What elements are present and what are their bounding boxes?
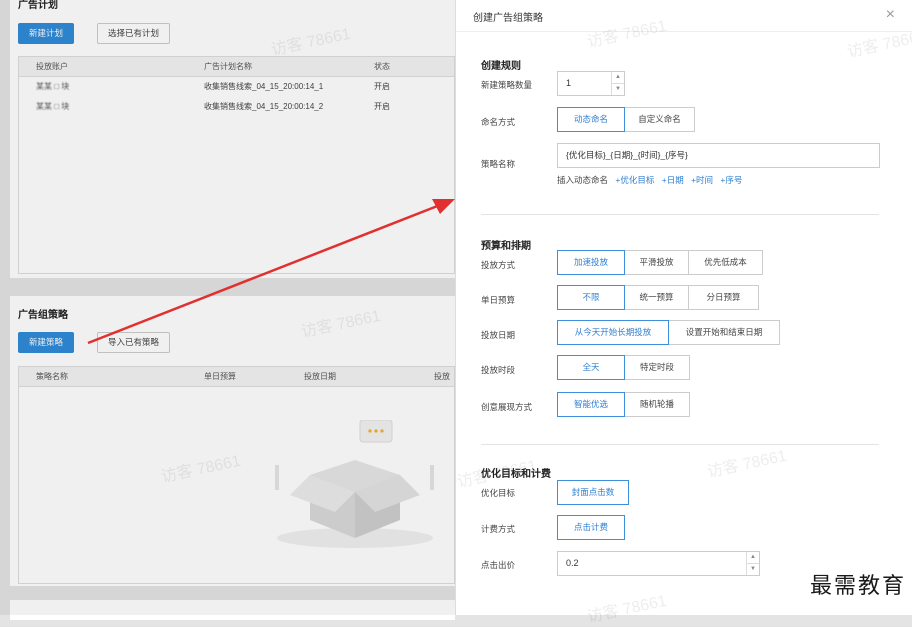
daily-per-day-option[interactable]: 分日预算: [688, 285, 759, 310]
date-long-term-option[interactable]: 从今天开始长期投放: [557, 320, 669, 345]
stepper-buttons[interactable]: ▲ ▼: [611, 72, 624, 95]
insert-sequence-link[interactable]: +序号: [720, 175, 742, 185]
stepper-buttons[interactable]: ▲ ▼: [746, 552, 759, 575]
delivery-date-label: 投放日期: [481, 330, 516, 340]
naming-dynamic-option[interactable]: 动态命名: [557, 107, 625, 132]
creative-random-option[interactable]: 随机轮播: [624, 392, 690, 417]
billing-click-option[interactable]: 点击计费: [557, 515, 625, 540]
count-label: 新建策略数量: [481, 80, 533, 90]
insert-time-link[interactable]: +时间: [691, 175, 713, 185]
delivery-time-label: 投放时段: [481, 365, 516, 375]
date-range-option[interactable]: 设置开始和结束日期: [668, 320, 780, 345]
section-budget-title: 预算和排期: [481, 241, 531, 252]
insert-date-link[interactable]: +日期: [662, 175, 684, 185]
daily-unified-option[interactable]: 统一预算: [624, 285, 689, 310]
strategy-count-value: 1: [566, 78, 572, 88]
section-target-title: 优化目标和计费: [481, 469, 551, 480]
strategy-name-label: 策略名称: [481, 159, 516, 169]
chevron-down-icon[interactable]: ▼: [747, 563, 759, 574]
click-bid-value: 0.2: [566, 558, 579, 568]
insert-label: 插入动态命名: [557, 175, 609, 185]
create-strategy-dialog: 创建广告组策略 × 创建规则 新建策略数量 1 ▲ ▼ 命名方式 动态命名 自定…: [455, 0, 912, 626]
chevron-up-icon[interactable]: ▲: [747, 552, 759, 563]
background-page: 广告计划 新建计划 选择已有计划 投放账户 广告计划名称 状态 某某 □ 块 收…: [0, 0, 455, 620]
brand-watermark: 最需教育: [809, 574, 906, 599]
dialog-title: 创建广告组策略: [473, 13, 543, 24]
billing-method-label: 计费方式: [481, 524, 516, 534]
delivery-low-cost-option[interactable]: 优先低成本: [688, 250, 763, 275]
creative-display-label: 创意展现方式: [481, 402, 533, 412]
section-rules-title: 创建规则: [481, 61, 521, 72]
click-bid-label: 点击出价: [481, 560, 516, 570]
strategy-name-input[interactable]: {优化目标}_{日期}_{时间}_{序号}: [557, 143, 880, 168]
goal-cover-click-option[interactable]: 封面点击数: [557, 480, 629, 505]
daily-unlimited-option[interactable]: 不限: [557, 285, 625, 310]
insert-dynamic-name-row: 插入动态命名 +优化目标 +日期 +时间 +序号: [557, 174, 742, 186]
divider: [481, 444, 879, 445]
naming-custom-option[interactable]: 自定义命名: [624, 107, 695, 132]
creative-smart-option[interactable]: 智能优选: [557, 392, 625, 417]
watermark: 访客 78661: [705, 447, 789, 482]
delivery-smooth-option[interactable]: 平滑投放: [624, 250, 689, 275]
time-all-day-option[interactable]: 全天: [557, 355, 625, 380]
strategy-count-stepper[interactable]: 1 ▲ ▼: [557, 71, 625, 96]
naming-label: 命名方式: [481, 117, 516, 127]
close-icon[interactable]: ×: [886, 6, 895, 24]
modal-backdrop[interactable]: [0, 0, 455, 615]
daily-budget-label: 单日预算: [481, 295, 516, 305]
dialog-header: 创建广告组策略 ×: [456, 0, 912, 32]
watermark: 访客 78661: [585, 592, 669, 627]
chevron-up-icon[interactable]: ▲: [612, 72, 624, 83]
delivery-method-label: 投放方式: [481, 260, 516, 270]
strategy-name-value: {优化目标}_{日期}_{时间}_{序号}: [566, 150, 688, 160]
click-bid-stepper[interactable]: 0.2 ▲ ▼: [557, 551, 760, 576]
insert-goal-link[interactable]: +优化目标: [615, 175, 654, 185]
time-specific-option[interactable]: 特定时段: [624, 355, 690, 380]
optimization-goal-label: 优化目标: [481, 488, 516, 498]
delivery-accelerated-option[interactable]: 加速投放: [557, 250, 625, 275]
chevron-down-icon[interactable]: ▼: [612, 83, 624, 94]
divider: [481, 214, 879, 215]
